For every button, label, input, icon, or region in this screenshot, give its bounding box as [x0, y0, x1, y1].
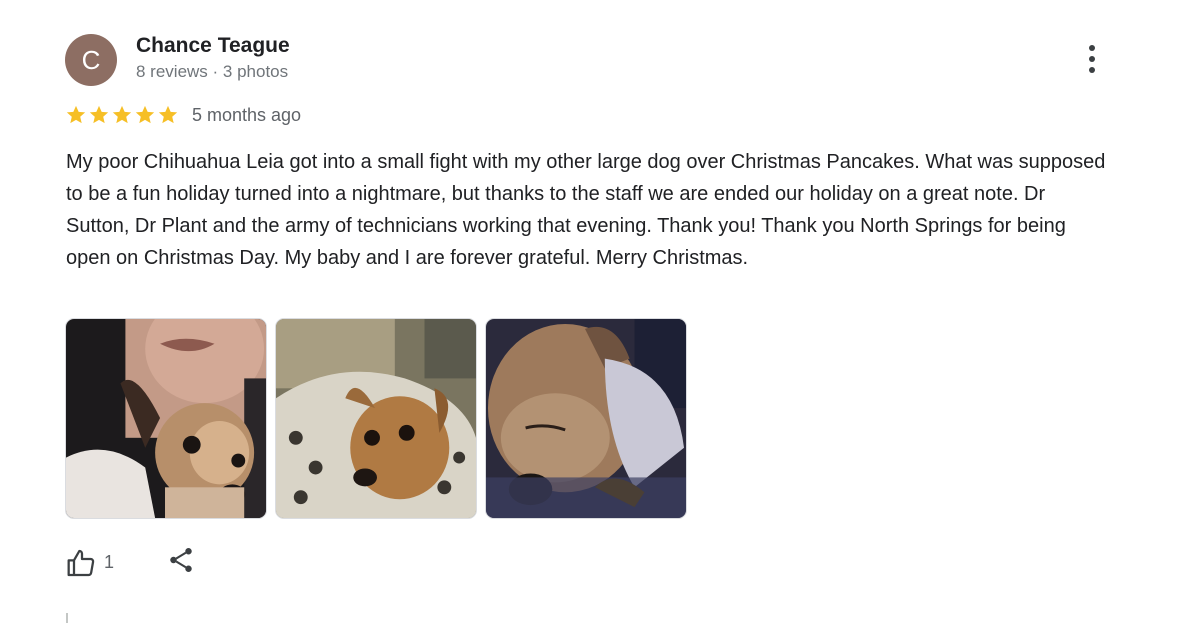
share-icon — [170, 548, 192, 572]
avatar[interactable]: C — [65, 34, 117, 86]
star-icon — [158, 105, 178, 124]
rating-row: 5 months ago — [65, 104, 301, 126]
more-vert-icon — [1089, 45, 1095, 51]
share-button[interactable] — [166, 544, 196, 581]
divider — [66, 613, 68, 623]
review-actions: 1 — [66, 544, 196, 581]
review-text: My poor Chihuahua Leia got into a small … — [66, 151, 1106, 269]
like-count: 1 — [104, 552, 115, 572]
star-icon — [89, 105, 109, 124]
more-vert-icon-dot — [1089, 67, 1095, 73]
more-options-button[interactable] — [1076, 42, 1108, 76]
reviewer-name[interactable]: Chance Teague — [136, 34, 290, 58]
star-rating — [65, 104, 179, 126]
review-photo-3[interactable] — [485, 318, 687, 519]
like-button[interactable]: 1 — [66, 547, 114, 579]
more-vert-icon-dot — [1089, 56, 1095, 62]
reviewer-meta: 8 reviews · 3 photos — [136, 62, 289, 81]
review-time: 5 months ago — [192, 104, 302, 125]
star-icon — [112, 105, 132, 124]
review-photos — [65, 318, 687, 519]
photo-chihuahua-in-blanket — [276, 319, 476, 518]
photo-man-holding-chihuahua — [66, 319, 266, 518]
review-photo-2[interactable] — [275, 318, 477, 519]
photo-chihuahua-sleeping — [486, 319, 686, 518]
thumb-up-icon — [67, 549, 95, 576]
review-photo-1[interactable] — [65, 318, 267, 519]
star-icon — [135, 105, 155, 124]
star-icon — [66, 105, 86, 124]
review-card: C Chance Teague 8 reviews · 3 photos 5 m… — [0, 0, 1200, 623]
avatar-letter: C — [81, 44, 101, 75]
